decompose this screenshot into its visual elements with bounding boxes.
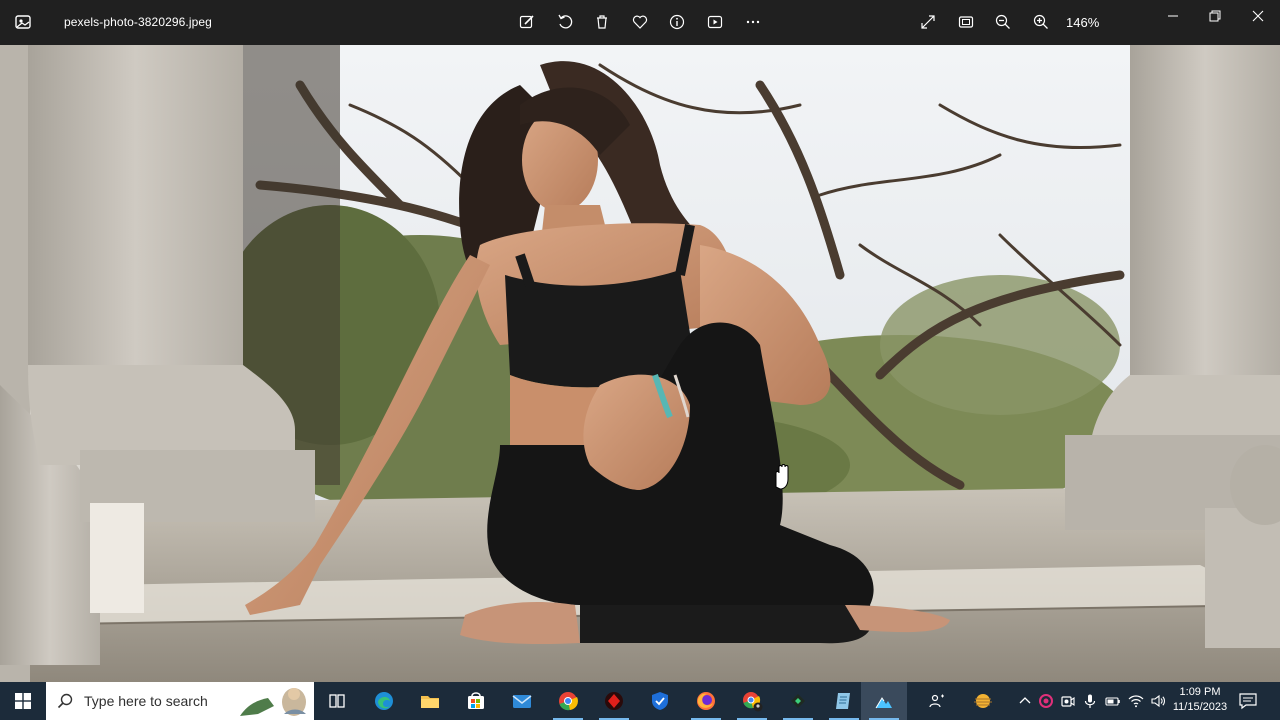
- photos-app-icon: [15, 15, 31, 29]
- battery-icon[interactable]: [1104, 692, 1122, 710]
- favorite-heart-icon[interactable]: [630, 12, 650, 32]
- people-icon[interactable]: [928, 692, 946, 710]
- taskbar-clock[interactable]: 1:09 PM 11/15/2023: [1172, 685, 1228, 715]
- wifi-icon[interactable]: [1127, 692, 1145, 710]
- zoom-in-icon[interactable]: [1031, 12, 1051, 32]
- photo-canvas[interactable]: [0, 45, 1280, 682]
- more-icon[interactable]: [743, 12, 763, 32]
- restore-icon: [1209, 10, 1221, 22]
- restore-button[interactable]: [1192, 0, 1238, 32]
- info-icon[interactable]: [667, 12, 687, 32]
- viewer-titlebar: pexels-photo-3820296.jpeg 146%: [0, 0, 1280, 45]
- camera-tray-icon[interactable]: [1059, 692, 1077, 710]
- window-title-filename: pexels-photo-3820296.jpeg: [64, 15, 212, 29]
- search-placeholder: Type here to search: [84, 693, 208, 709]
- notification-center-icon[interactable]: [1238, 692, 1258, 710]
- red-app-icon[interactable]: [591, 682, 637, 720]
- start-button[interactable]: [0, 682, 46, 720]
- search-highlight-art: [240, 688, 306, 716]
- rotate-icon[interactable]: [555, 12, 575, 32]
- chevron-up-icon[interactable]: [1016, 692, 1034, 710]
- zoom-level-label: 146%: [1066, 15, 1100, 30]
- windows-taskbar: Type here to search 1:09 PM 11/15/2023: [0, 682, 1280, 720]
- close-icon: [1252, 10, 1264, 22]
- edit-image-icon[interactable]: [517, 12, 537, 32]
- zoom-out-icon[interactable]: [993, 12, 1013, 32]
- weather-icon[interactable]: [972, 692, 994, 710]
- record-app-icon[interactable]: [1037, 692, 1055, 710]
- slideshow-icon[interactable]: [705, 12, 725, 32]
- firefox-icon[interactable]: [683, 682, 729, 720]
- minimize-icon: [1168, 15, 1178, 17]
- chrome-icon[interactable]: [545, 682, 591, 720]
- fit-to-window-icon[interactable]: [956, 12, 976, 32]
- photos-app-icon[interactable]: [861, 682, 907, 720]
- shield-app-icon[interactable]: [637, 682, 683, 720]
- microsoft-store-icon[interactable]: [453, 682, 499, 720]
- edge-icon[interactable]: [361, 682, 407, 720]
- windows-logo-icon: [15, 693, 31, 709]
- chrome-profile-icon[interactable]: [729, 682, 775, 720]
- task-view-icon[interactable]: [314, 682, 360, 720]
- delete-icon[interactable]: [592, 12, 612, 32]
- volume-icon[interactable]: [1149, 692, 1167, 710]
- clock-time: 1:09 PM: [1179, 686, 1221, 698]
- clock-date: 11/15/2023: [1172, 701, 1228, 713]
- search-icon: [57, 693, 73, 709]
- mail-icon[interactable]: [499, 682, 545, 720]
- fullscreen-expand-icon[interactable]: [918, 12, 938, 32]
- microphone-icon[interactable]: [1081, 692, 1099, 710]
- file-explorer-icon[interactable]: [407, 682, 453, 720]
- yoga-photo: [0, 45, 1280, 682]
- taskbar-search-box[interactable]: Type here to search: [46, 682, 314, 720]
- minimize-button[interactable]: [1150, 0, 1196, 32]
- close-button[interactable]: [1235, 0, 1280, 32]
- green-app-icon[interactable]: [775, 682, 821, 720]
